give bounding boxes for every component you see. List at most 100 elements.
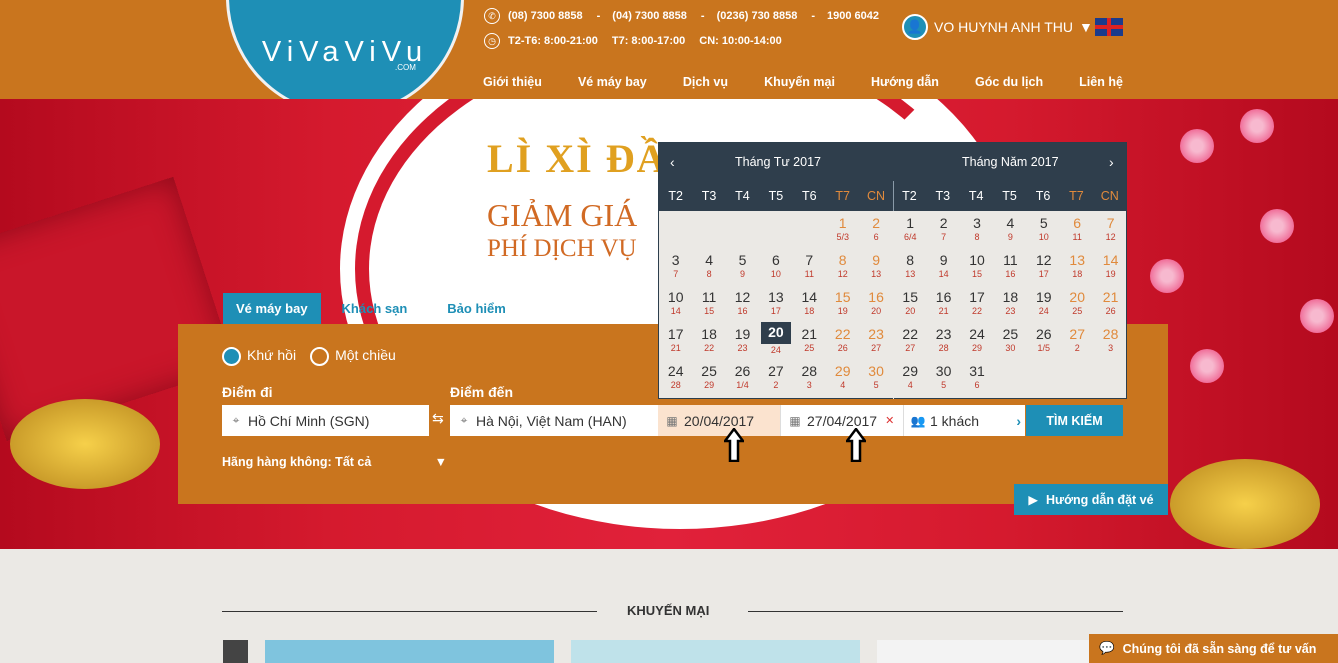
phone-2[interactable]: (04) 7300 8858	[612, 10, 687, 22]
calendar-day[interactable]: 18 22	[692, 322, 725, 359]
calendar-day[interactable]: 49	[994, 211, 1027, 248]
lunar-date: 14	[670, 306, 681, 316]
calendar-day[interactable]: 19 23	[726, 322, 759, 359]
calendar-day[interactable]: 59	[726, 248, 759, 285]
calendar-day[interactable]: 26 1/5	[1027, 322, 1060, 359]
calendar-day[interactable]: 7 12	[1094, 211, 1127, 248]
to-field[interactable]: ⌖ Hà Nội, Việt Nam (HAN)	[450, 405, 658, 436]
calendar-day[interactable]: 1 6/4	[894, 211, 927, 248]
chat-widget[interactable]: 💬 Chúng tôi đã sẵn sàng để tư vấn	[1089, 634, 1338, 663]
nav-lien-he[interactable]: Liên hệ	[1079, 75, 1123, 89]
booking-guide-button[interactable]: ▶ Hướng dẫn đặt vé	[1014, 484, 1168, 515]
calendar-day[interactable]: 9 13	[859, 248, 892, 285]
swap-icon[interactable]: ⇆	[432, 410, 444, 427]
depart-date-field[interactable]: ▦ 20/04/2017	[658, 405, 780, 436]
calendar-day[interactable]: 17 21	[659, 322, 692, 359]
calendar-day[interactable]: 27 2	[759, 359, 792, 396]
radio-unchecked[interactable]	[310, 347, 330, 366]
calendar-day[interactable]: 10 14	[659, 285, 692, 322]
calendar-day[interactable]: 6 11	[1061, 211, 1094, 248]
promo-card[interactable]	[877, 640, 1089, 663]
calendar-day[interactable]: 25 29	[692, 359, 725, 396]
prev-month-icon[interactable]: ‹	[670, 154, 675, 170]
calendar-day[interactable]: 19 24	[1027, 285, 1060, 322]
nav-dich-vu[interactable]: Dịch vụ	[683, 75, 728, 89]
promo-card[interactable]	[265, 640, 554, 663]
nav-huong-dan[interactable]: Hướng dẫn	[871, 75, 939, 89]
clear-date-icon[interactable]: ✕	[885, 414, 894, 427]
passengers-field[interactable]: 👥 1 khách ›	[903, 405, 1025, 436]
user-menu[interactable]: 👤 VO HUYNH ANH THU ▼	[902, 14, 1093, 40]
calendar-day[interactable]: 7 11	[793, 248, 826, 285]
trip-oneway-option[interactable]: Một chiều	[310, 347, 396, 366]
return-date-field[interactable]: ▦ 27/04/2017 ✕	[780, 405, 903, 436]
calendar-day[interactable]: 20 25	[1061, 285, 1094, 322]
calendar-day[interactable]: 28 3	[1094, 322, 1127, 359]
calendar-day[interactable]: 31 6	[960, 359, 993, 396]
calendar-day[interactable]: 28 3	[793, 359, 826, 396]
trip-round-option[interactable]: Khứ hồi	[222, 347, 296, 366]
nav-khuyen-mai[interactable]: Khuyến mại	[764, 75, 835, 89]
calendar-day[interactable]: 14 18	[793, 285, 826, 322]
calendar-day[interactable]: 16 20	[859, 285, 892, 322]
calendar-day[interactable]: 37	[659, 248, 692, 285]
calendar-day[interactable]: 26	[859, 211, 892, 248]
calendar-day[interactable]: 18 23	[994, 285, 1027, 322]
calendar-day[interactable]: 15 20	[894, 285, 927, 322]
calendar-day[interactable]: 17 22	[960, 285, 993, 322]
calendar-day[interactable]: 11 16	[994, 248, 1027, 285]
phone-4[interactable]: 1900 6042	[827, 10, 879, 22]
calendar-day[interactable]: 21 26	[1094, 285, 1127, 322]
radio-checked[interactable]	[222, 347, 241, 366]
calendar-day[interactable]: 15 19	[826, 285, 859, 322]
calendar-day[interactable]: 48	[692, 248, 725, 285]
calendar-day[interactable]: 20 24	[759, 322, 792, 359]
from-field[interactable]: ⌖ Hồ Chí Minh (SGN)	[222, 405, 429, 436]
calendar-day[interactable]: 9 14	[927, 248, 960, 285]
search-button[interactable]: TÌM KIẾM	[1026, 405, 1123, 436]
calendar-day[interactable]: 11 15	[692, 285, 725, 322]
calendar-day[interactable]: 25 30	[994, 322, 1027, 359]
calendar-day[interactable]: 30 5	[927, 359, 960, 396]
calendar-day[interactable]: 16 21	[927, 285, 960, 322]
calendar-day[interactable]: 14 19	[1094, 248, 1127, 285]
phone-1[interactable]: (08) 7300 8858	[508, 10, 583, 22]
calendar-day[interactable]: 1 5/3	[826, 211, 859, 248]
calendar-day[interactable]: 27 2	[1061, 322, 1094, 359]
promo-card[interactable]	[571, 640, 860, 663]
calendar-day[interactable]: 23 28	[927, 322, 960, 359]
nav-goc-du-lich[interactable]: Góc du lịch	[975, 75, 1043, 89]
calendar-day[interactable]: 29 4	[826, 359, 859, 396]
calendar-day[interactable]: 8 13	[894, 248, 927, 285]
tab-insurance[interactable]: Bảo hiểm	[434, 293, 519, 324]
airline-select[interactable]: Hãng hàng không: Tất cả ▼	[222, 455, 447, 469]
calendar-day[interactable]: 22 27	[894, 322, 927, 359]
calendar-day[interactable]: 26 1/4	[726, 359, 759, 396]
calendar-day[interactable]: 23 27	[859, 322, 892, 359]
tab-hotels[interactable]: Khách sạn	[329, 293, 421, 324]
calendar-day[interactable]: 5 10	[1027, 211, 1060, 248]
day-number: 9	[939, 252, 948, 268]
calendar-day[interactable]: 13 17	[759, 285, 792, 322]
calendar-day[interactable]: 13 18	[1061, 248, 1094, 285]
calendar-day[interactable]: 12 17	[1027, 248, 1060, 285]
calendar-day[interactable]: 10 15	[960, 248, 993, 285]
calendar-day[interactable]: 27	[927, 211, 960, 248]
calendar-day[interactable]: 22 26	[826, 322, 859, 359]
calendar-day[interactable]: 30 5	[859, 359, 892, 396]
calendar-day[interactable]: 29 4	[894, 359, 927, 396]
nav-ve-may-bay[interactable]: Vé máy bay	[578, 75, 647, 89]
calendar-day[interactable]: 24 28	[659, 359, 692, 396]
uk-flag-icon[interactable]	[1095, 18, 1123, 36]
tab-flights[interactable]: Vé máy bay	[223, 293, 321, 324]
calendar-day[interactable]: 21 25	[793, 322, 826, 359]
calendar-day[interactable]: 12 16	[726, 285, 759, 322]
phone-3[interactable]: (0236) 730 8858	[717, 10, 798, 22]
next-month-icon[interactable]: ›	[1109, 154, 1114, 170]
promo-nav-prev[interactable]	[223, 640, 248, 663]
calendar-day[interactable]: 6 10	[759, 248, 792, 285]
calendar-day[interactable]: 38	[960, 211, 993, 248]
calendar-day[interactable]: 24 29	[960, 322, 993, 359]
calendar-day[interactable]: 8 12	[826, 248, 859, 285]
nav-gioi-thieu[interactable]: Giới thiệu	[483, 75, 542, 89]
